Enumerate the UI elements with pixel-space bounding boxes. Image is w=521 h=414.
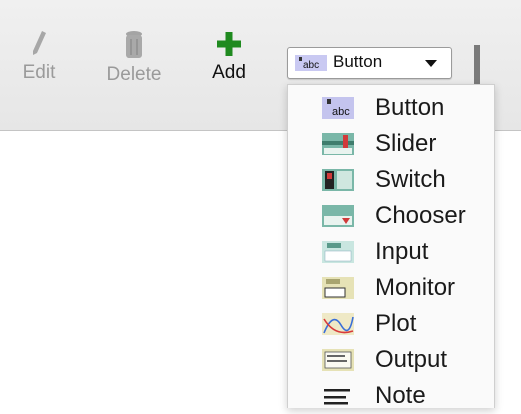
monitor-widget-icon	[322, 277, 354, 299]
button-icon-badge: abc	[303, 60, 319, 71]
button-icon-badge: abc	[332, 106, 350, 118]
slider-widget-icon	[322, 133, 354, 155]
add-button[interactable]: Add	[206, 30, 252, 84]
menu-item-slider[interactable]: Slider	[288, 126, 494, 162]
menu-item-output[interactable]: Output	[288, 342, 494, 378]
delete-button[interactable]: Delete	[98, 30, 170, 86]
menu-item-label: Output	[375, 346, 448, 373]
menu-item-plot[interactable]: Plot	[288, 306, 494, 342]
switch-widget-icon	[322, 169, 354, 191]
trash-icon	[126, 31, 142, 58]
menu-item-button[interactable]: abc Button	[288, 90, 494, 126]
pencil-icon	[33, 31, 46, 55]
menu-item-label: Plot	[375, 310, 417, 337]
menu-item-label: Slider	[375, 130, 437, 157]
menu-item-label: Switch	[375, 166, 446, 193]
menu-item-input[interactable]: Input	[288, 234, 494, 270]
add-button-label: Add	[212, 62, 246, 83]
chooser-widget-icon	[322, 205, 354, 227]
menu-item-label: Input	[375, 238, 429, 265]
plot-widget-icon	[322, 313, 354, 335]
menu-item-monitor[interactable]: Monitor	[288, 270, 494, 306]
edit-button-label: Edit	[22, 62, 56, 83]
menu-item-note[interactable]: Note	[288, 378, 494, 414]
chevron-down-icon	[425, 60, 437, 67]
button-widget-icon: abc	[295, 55, 327, 71]
plus-icon	[217, 32, 241, 56]
menu-item-switch[interactable]: Switch	[288, 162, 494, 198]
edit-button[interactable]: Edit	[14, 30, 64, 84]
output-widget-icon	[322, 349, 354, 371]
input-widget-icon	[322, 241, 354, 263]
delete-button-label: Delete	[106, 64, 162, 85]
selected-widget-label: Button	[333, 52, 383, 71]
menu-item-label: Chooser	[375, 202, 466, 229]
menu-item-chooser[interactable]: Chooser	[288, 198, 494, 234]
menu-item-label: Button	[375, 94, 445, 121]
widget-type-menu: abc Button Slider Switch Chooser Input M…	[287, 84, 495, 409]
menu-item-label: Monitor	[375, 274, 456, 301]
menu-item-label: Note	[375, 382, 426, 409]
button-widget-icon: abc	[322, 97, 354, 119]
note-widget-icon	[324, 389, 350, 405]
widget-type-dropdown[interactable]: abc Button	[287, 47, 452, 79]
